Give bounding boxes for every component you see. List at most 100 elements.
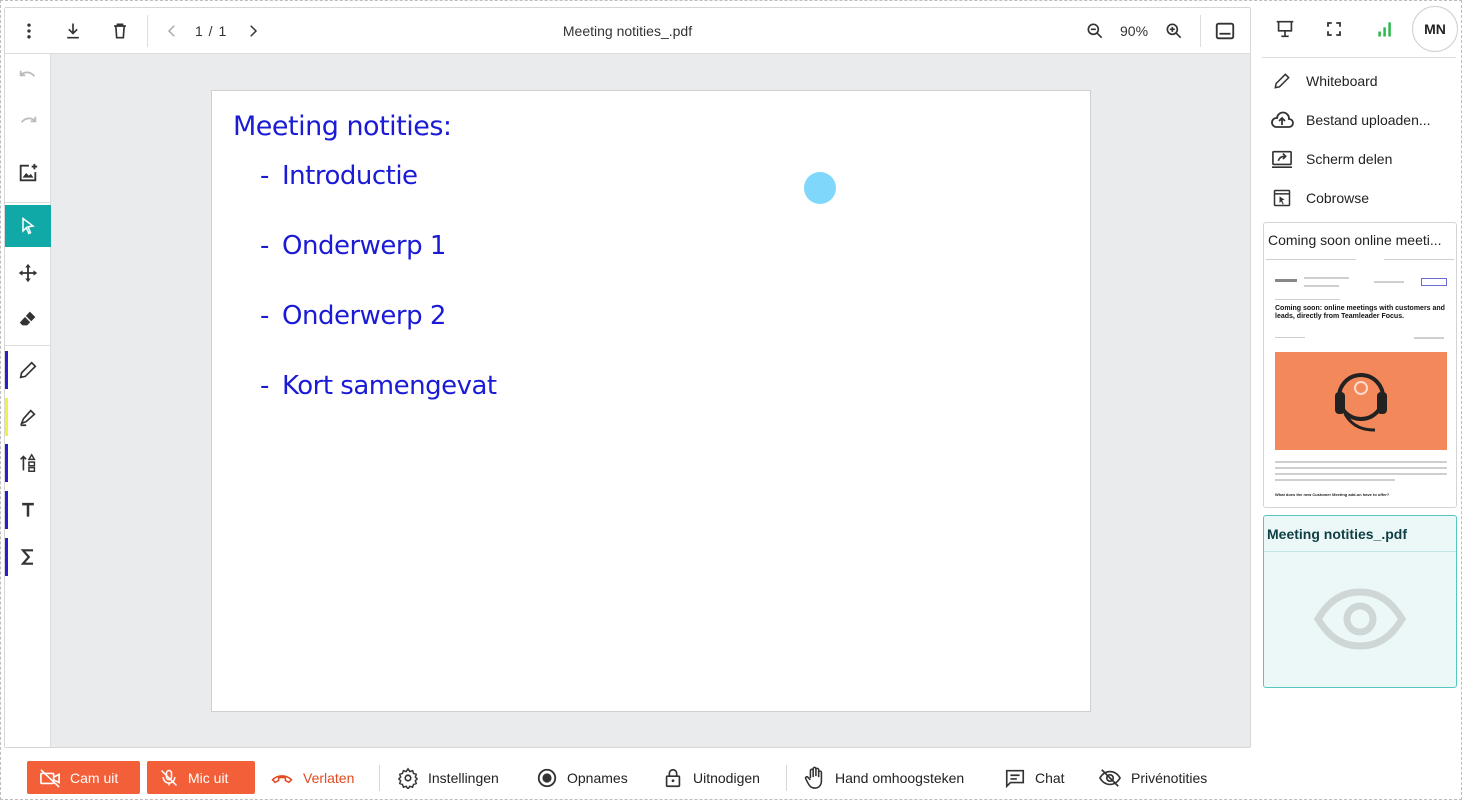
formula-tool[interactable] — [5, 536, 51, 578]
shapes-icon — [20, 453, 36, 472]
invite-button[interactable]: Uitnodigen — [662, 761, 760, 794]
list-item-text: Introductie — [282, 161, 418, 191]
thumb-line — [1384, 259, 1454, 260]
zoom-in-icon[interactable] — [1159, 16, 1189, 46]
document-heading: Meeting notities: — [233, 111, 452, 142]
camera-off-icon — [40, 768, 60, 788]
thumb-line — [1275, 299, 1340, 300]
recordings-button[interactable]: Opnames — [536, 761, 628, 794]
toolbar-divider — [147, 15, 148, 47]
bullet-dash: - — [260, 371, 269, 401]
previous-page-icon[interactable] — [157, 16, 187, 46]
delete-icon[interactable] — [105, 16, 135, 46]
button-label: Uitnodigen — [693, 769, 760, 786]
select-tool[interactable] — [5, 205, 51, 247]
screen-share-icon — [1270, 147, 1294, 171]
cobrowse-button[interactable]: Cobrowse — [1270, 183, 1455, 213]
button-label: Mic uit — [188, 769, 229, 786]
tool-color-stripe — [5, 398, 8, 436]
document-title: Meeting notities_.pdf — [562, 23, 693, 39]
zoom-level: 90% — [1120, 23, 1149, 39]
panel-toggle-icon[interactable] — [1210, 16, 1240, 46]
presentation-icon[interactable] — [1268, 12, 1302, 46]
download-icon[interactable] — [58, 16, 88, 46]
document-list-item: - Kort samengevat — [260, 371, 497, 401]
tool-color-stripe — [5, 538, 8, 576]
fullscreen-icon[interactable] — [1317, 12, 1351, 46]
undo-icon[interactable] — [5, 58, 51, 100]
thumb-line — [1304, 285, 1339, 287]
signal-strength-icon — [1368, 12, 1402, 46]
controls-divider — [379, 765, 380, 791]
menu-item-label: Bestand uploaden... — [1306, 112, 1431, 128]
whiteboard-button[interactable]: Whiteboard — [1270, 66, 1455, 96]
redo-icon[interactable] — [5, 104, 51, 146]
zoom-out-icon[interactable] — [1080, 16, 1110, 46]
panel-divider — [1262, 57, 1456, 58]
shared-item-card-active[interactable]: Meeting notities_.pdf — [1263, 515, 1457, 688]
pen-tool[interactable] — [5, 349, 51, 391]
button-label: Cam uit — [70, 769, 119, 786]
toolbar-divider — [5, 202, 51, 203]
tool-color-stripe — [5, 444, 8, 482]
menu-item-label: Cobrowse — [1306, 190, 1370, 206]
hand-icon — [804, 766, 823, 789]
next-page-icon[interactable] — [238, 16, 268, 46]
more-vert-icon[interactable] — [14, 16, 44, 46]
pdf-viewer: 1 / 1 Meeting notities_.pdf 90% Meeting … — [4, 7, 1251, 748]
highlighter-tool[interactable] — [5, 396, 51, 438]
eye-off-icon — [1098, 768, 1122, 787]
add-image-icon[interactable] — [5, 152, 51, 194]
camera-off-button[interactable]: Cam uit — [27, 761, 140, 794]
thumb-line — [1275, 467, 1447, 469]
shapes-tool[interactable] — [5, 442, 51, 484]
cursor-icon — [22, 217, 35, 235]
record-icon — [537, 768, 557, 787]
avatar[interactable]: MN — [1412, 6, 1458, 52]
thumb-line — [1275, 479, 1395, 481]
thumb-logo — [1275, 279, 1297, 282]
bullet-dash: - — [260, 301, 269, 331]
tool-color-stripe — [5, 351, 8, 389]
tool-color-stripe — [5, 491, 8, 529]
preview-area — [1264, 552, 1456, 686]
mic-off-icon — [160, 769, 178, 786]
leave-button[interactable]: Verlaten — [270, 761, 354, 794]
thumb-heading: Coming soon: online meetings with custom… — [1275, 305, 1445, 320]
mic-off-button[interactable]: Mic uit — [147, 761, 255, 794]
call-controls: Cam uit Mic uit Verlaten Instellingen Op… — [0, 755, 1462, 800]
pdf-page[interactable]: Meeting notities: - Introductie - Onderwer… — [211, 90, 1091, 712]
button-label: Chat — [1035, 769, 1065, 786]
text-tool[interactable] — [5, 489, 51, 531]
thumb-line — [1374, 281, 1404, 283]
share-screen-button[interactable]: Scherm delen — [1270, 144, 1455, 174]
list-item-text: Onderwerp 2 — [282, 301, 446, 331]
thumb-image — [1275, 352, 1447, 450]
toolbar-divider — [1200, 15, 1201, 47]
thumb-line — [1275, 473, 1447, 475]
settings-button[interactable]: Instellingen — [397, 761, 499, 794]
annotation-toolbar — [5, 54, 51, 747]
upload-file-button[interactable]: Bestand uploaden... — [1270, 105, 1455, 135]
move-icon — [18, 263, 38, 283]
eraser-icon — [19, 311, 36, 326]
bullet-dash: - — [260, 231, 269, 261]
thumb-button — [1421, 278, 1447, 286]
thumb-line — [1275, 337, 1305, 338]
eraser-tool[interactable] — [5, 298, 51, 340]
pencil-icon — [1270, 69, 1294, 93]
button-label: Instellingen — [428, 769, 499, 786]
button-label: Opnames — [567, 769, 628, 786]
shared-item-card[interactable]: Coming soon online meeti... Coming soon:… — [1263, 222, 1457, 508]
thumb-line — [1414, 337, 1444, 339]
private-notes-button[interactable]: Privénotities — [1098, 761, 1207, 794]
move-tool[interactable] — [5, 252, 51, 294]
raise-hand-button[interactable]: Hand omhoogsteken — [804, 761, 964, 794]
button-label: Hand omhoogsteken — [835, 769, 965, 786]
thumb-line — [1266, 259, 1356, 260]
chat-button[interactable]: Chat — [1004, 761, 1065, 794]
document-list-item: - Onderwerp 1 — [260, 231, 446, 261]
chat-icon — [1005, 769, 1025, 788]
menu-item-label: Scherm delen — [1306, 151, 1393, 167]
document-list-item: - Onderwerp 2 — [260, 301, 446, 331]
